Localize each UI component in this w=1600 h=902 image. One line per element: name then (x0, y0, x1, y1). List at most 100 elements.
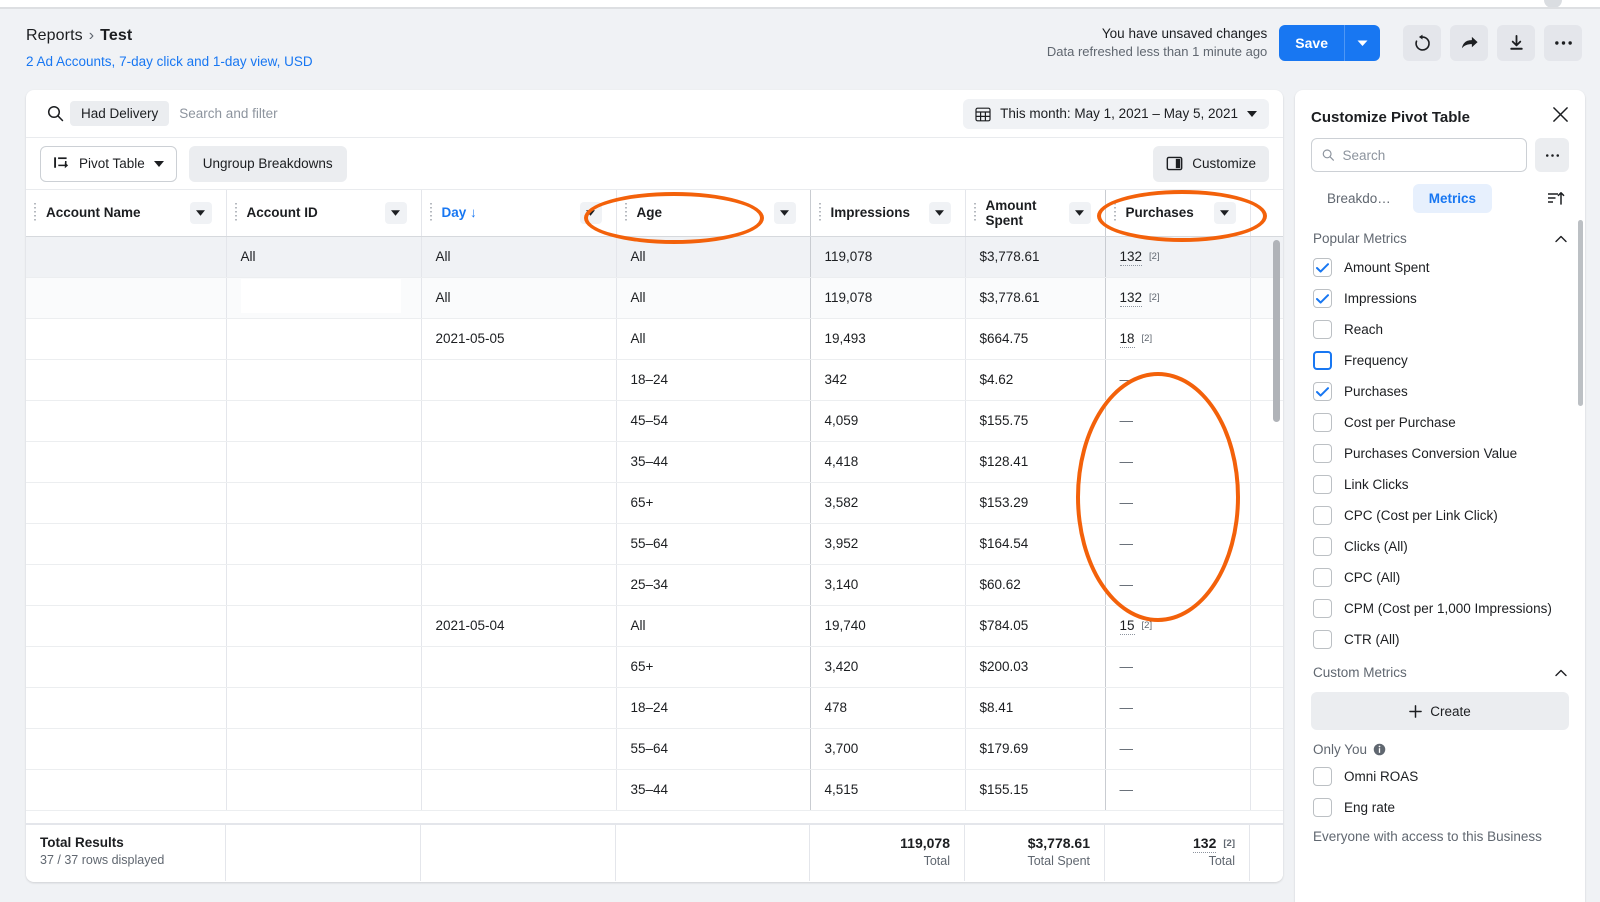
checkbox[interactable] (1313, 320, 1332, 339)
metric-row[interactable]: Reach (1295, 314, 1585, 345)
metric-row[interactable]: CTR (All) (1295, 624, 1585, 655)
tab-metrics[interactable]: Metrics (1413, 184, 1492, 213)
report-subtitle[interactable]: 2 Ad Accounts, 7-day click and 1-day vie… (26, 54, 313, 69)
section-collapse-toggle[interactable] (1555, 231, 1567, 246)
column-drag-handle[interactable] (34, 203, 36, 223)
table-row[interactable]: 25–343,140$60.62— (26, 564, 1283, 605)
metric-row[interactable]: CPM (Cost per 1,000 Impressions) (1295, 593, 1585, 624)
table-row[interactable]: 55–643,952$164.54— (26, 523, 1283, 564)
metric-row[interactable]: Omni ROAS (1295, 761, 1585, 792)
column-drag-handle[interactable] (430, 203, 432, 223)
tab-breakdowns[interactable]: Breakdo… (1311, 184, 1407, 213)
panel-vertical-scrollbar[interactable] (1578, 220, 1583, 406)
column-header-account-name[interactable]: Account Name (26, 190, 226, 236)
metric-row[interactable]: CPC (Cost per Link Click) (1295, 500, 1585, 531)
checkbox[interactable] (1313, 444, 1332, 463)
save-dropdown-button[interactable] (1344, 25, 1380, 61)
cell-account-name (26, 441, 226, 482)
metric-row[interactable]: Eng rate (1295, 792, 1585, 823)
column-header-amount-spent[interactable]: AmountSpent (965, 190, 1105, 236)
metric-row[interactable]: Cost per Purchase (1295, 407, 1585, 438)
close-panel-button[interactable] (1552, 106, 1569, 128)
column-menu-button[interactable] (385, 202, 407, 224)
date-range-picker[interactable]: This month: May 1, 2021 – May 5, 2021 (963, 99, 1269, 129)
checkbox[interactable] (1313, 767, 1332, 786)
table-row[interactable]: 65+3,420$200.03— (26, 646, 1283, 687)
column-drag-handle[interactable] (1114, 203, 1116, 223)
column-menu-button[interactable] (580, 202, 602, 224)
metric-row[interactable]: Amount Spent (1295, 252, 1585, 283)
table-row[interactable]: 55–643,700$179.69— (26, 728, 1283, 769)
more-options-button[interactable] (1544, 25, 1582, 61)
download-button[interactable] (1497, 25, 1535, 61)
column-header-account-id[interactable]: Account ID (226, 190, 421, 236)
checkbox[interactable] (1313, 798, 1332, 817)
window-control[interactable] (1544, 0, 1562, 8)
cell-account-id (226, 318, 421, 359)
sort-order-button[interactable] (1543, 186, 1569, 212)
cell-account-name (26, 318, 226, 359)
breadcrumb-reports[interactable]: Reports (26, 27, 83, 44)
filter-chip-had-delivery[interactable]: Had Delivery (70, 101, 169, 126)
section-collapse-toggle[interactable] (1555, 665, 1567, 680)
panel-search-input[interactable] (1343, 148, 1516, 163)
column-header-purchases[interactable]: Purchases (1105, 190, 1250, 236)
checkbox[interactable] (1313, 537, 1332, 556)
create-custom-metric-button[interactable]: Create (1311, 692, 1569, 730)
panel-search-box[interactable] (1311, 138, 1527, 172)
column-menu-button[interactable] (774, 202, 796, 224)
column-header-age[interactable]: Age (616, 190, 810, 236)
table-row[interactable]: 2021-05-04All19,740$784.0515[2] (26, 605, 1283, 646)
checkbox[interactable] (1313, 630, 1332, 649)
browser-tab[interactable] (140, 0, 1300, 8)
column-menu-button[interactable] (1069, 202, 1091, 224)
checkbox[interactable] (1313, 382, 1332, 401)
pivot-table: Account NameAccount IDDay ↓AgeImpression… (26, 190, 1283, 811)
table-row[interactable]: 45–544,059$155.75— (26, 400, 1283, 441)
checkbox[interactable] (1313, 506, 1332, 525)
metric-row[interactable]: Impressions (1295, 283, 1585, 314)
info-icon[interactable] (1373, 743, 1386, 756)
pivot-table-button[interactable]: Pivot Table (40, 146, 177, 182)
column-header-day[interactable]: Day ↓ (421, 190, 616, 236)
checkbox[interactable] (1313, 289, 1332, 308)
section-header-custom-metrics[interactable]: Custom Metrics (1295, 655, 1585, 686)
column-drag-handle[interactable] (625, 203, 627, 223)
save-button[interactable]: Save (1279, 25, 1344, 61)
table-row[interactable]: 18–24478$8.41— (26, 687, 1283, 728)
column-header-impressions[interactable]: Impressions (810, 190, 965, 236)
column-menu-button[interactable] (929, 202, 951, 224)
table-row[interactable]: AllAll119,078$3,778.61132[2] (26, 277, 1283, 318)
table-row[interactable]: 65+3,582$153.29— (26, 482, 1283, 523)
checkbox[interactable] (1313, 258, 1332, 277)
table-row[interactable]: 18–24342$4.62— (26, 359, 1283, 400)
metric-row[interactable]: Frequency (1295, 345, 1585, 376)
column-menu-button[interactable] (1214, 202, 1236, 224)
column-drag-handle[interactable] (974, 203, 976, 223)
checkbox[interactable] (1313, 599, 1332, 618)
refresh-button[interactable] (1403, 25, 1441, 61)
metric-row[interactable]: Link Clicks (1295, 469, 1585, 500)
metric-row[interactable]: Purchases (1295, 376, 1585, 407)
search-input[interactable] (179, 99, 955, 129)
metric-row[interactable]: Clicks (All) (1295, 531, 1585, 562)
panel-more-button[interactable] (1535, 138, 1569, 172)
table-row[interactable]: 2021-05-05All19,493$664.7518[2] (26, 318, 1283, 359)
share-button[interactable] (1450, 25, 1488, 61)
table-row[interactable]: 35–444,418$128.41— (26, 441, 1283, 482)
column-drag-handle[interactable] (819, 203, 821, 223)
table-vertical-scrollbar[interactable] (1273, 240, 1280, 422)
metric-row[interactable]: Purchases Conversion Value (1295, 438, 1585, 469)
customize-button[interactable]: Customize (1153, 146, 1269, 182)
checkbox[interactable] (1313, 413, 1332, 432)
table-row[interactable]: 35–444,515$155.15— (26, 769, 1283, 810)
metric-row[interactable]: CPC (All) (1295, 562, 1585, 593)
ungroup-breakdowns-button[interactable]: Ungroup Breakdowns (189, 146, 347, 182)
table-row[interactable]: AllAllAll119,078$3,778.61132[2] (26, 236, 1283, 277)
column-drag-handle[interactable] (235, 203, 237, 223)
checkbox[interactable] (1313, 475, 1332, 494)
column-menu-button[interactable] (190, 202, 212, 224)
checkbox[interactable] (1313, 351, 1332, 370)
checkbox[interactable] (1313, 568, 1332, 587)
section-header-popular-metrics[interactable]: Popular Metrics (1295, 221, 1585, 252)
